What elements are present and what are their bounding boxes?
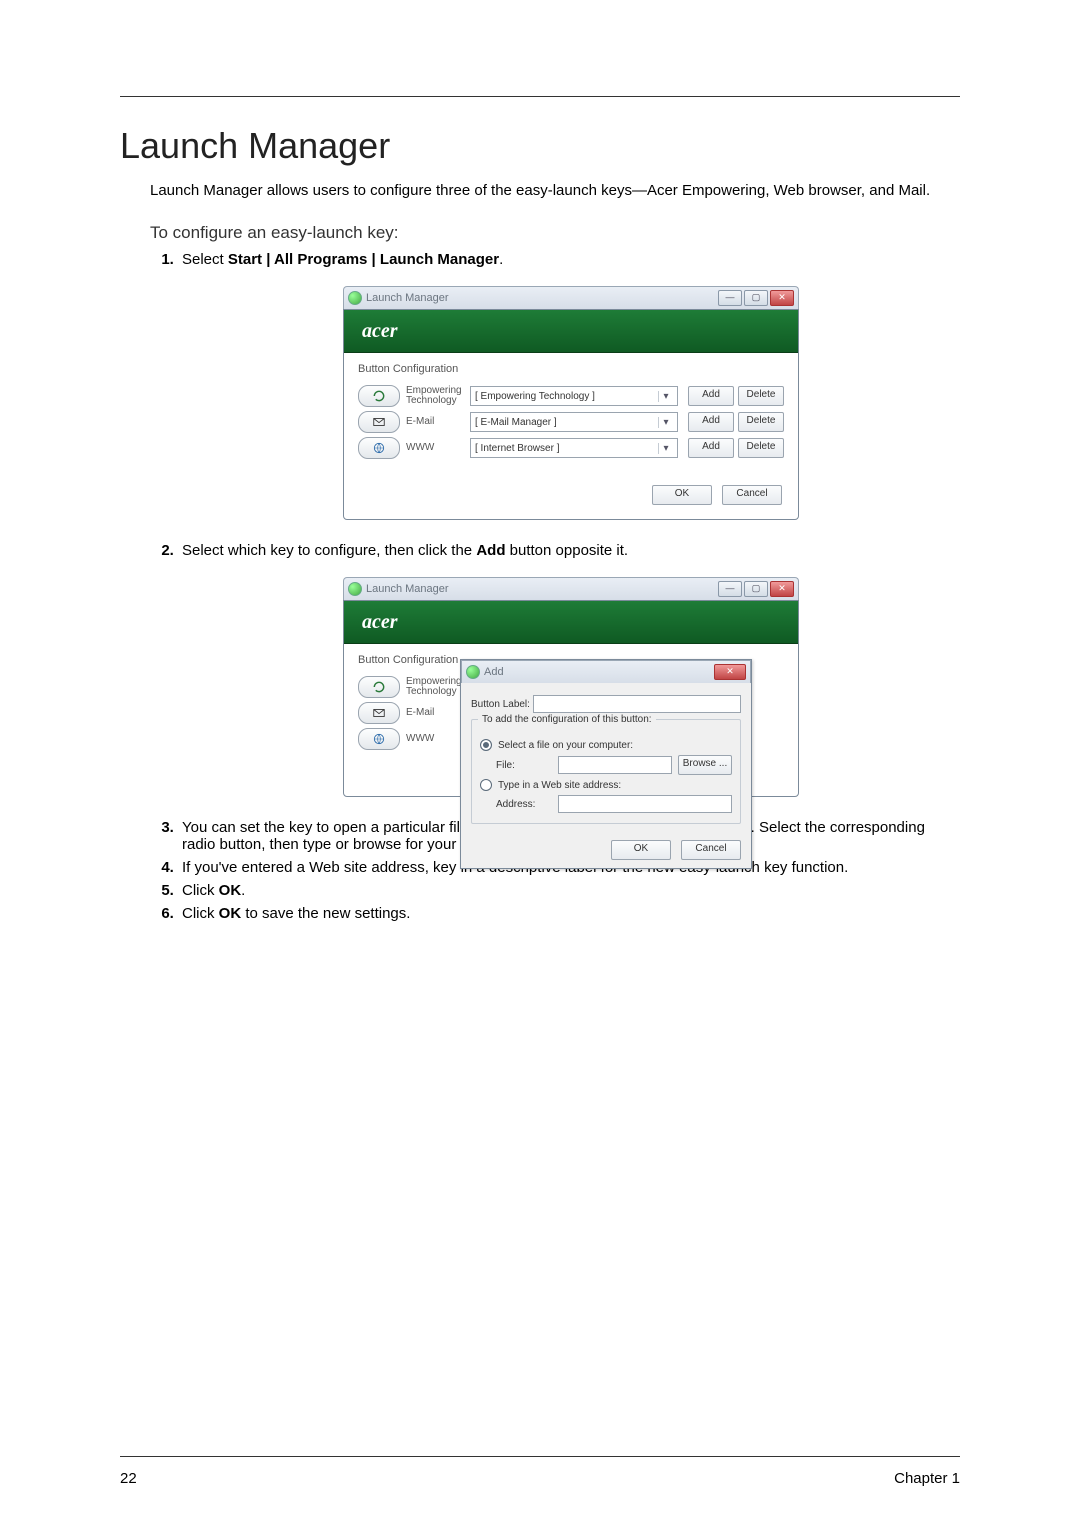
add-button[interactable]: Add [688,412,734,432]
radio-select-file[interactable]: Select a file on your computer: [480,739,732,751]
ok-button[interactable]: OK [611,840,671,860]
key-empowering-button[interactable] [358,385,400,407]
subheading: To configure an easy-launch key: [150,223,960,243]
app-icon [348,582,362,596]
app-icon [466,665,480,679]
key-empowering-button[interactable] [358,676,400,698]
brand-bar: acer [344,310,798,353]
combo-www[interactable]: [ Internet Browser ]▾ [470,438,678,458]
button-label-input[interactable] [533,695,741,713]
maximize-button[interactable]: ▢ [744,581,768,597]
minimize-button[interactable]: — [718,290,742,306]
intro-text: Launch Manager allows users to configure… [150,182,960,199]
chevron-down-icon: ▾ [658,443,673,454]
combo-email[interactable]: [ E-Mail Manager ]▾ [470,412,678,432]
section-label: Button Configuration [344,353,798,381]
empowering-e-icon [372,389,386,403]
key-email-button[interactable] [358,411,400,433]
radio-web-address[interactable]: Type in a Web site address: [480,779,732,791]
delete-button[interactable]: Delete [738,386,784,406]
step-2: Select which key to configure, then clic… [178,542,960,797]
globe-icon [372,732,386,746]
browse-button[interactable]: Browse ... [678,755,732,775]
maximize-button[interactable]: ▢ [744,290,768,306]
row-empowering: Empowering Technology [ Empowering Techn… [358,385,784,407]
file-input[interactable] [558,756,672,774]
window-title: Launch Manager [366,292,449,304]
group-title: To add the configuration of this button: [478,714,656,725]
add-dialog: Add ✕ Button Label: To add the configura… [460,659,752,869]
brand-bar: acer [344,601,798,644]
combo-empowering[interactable]: [ Empowering Technology ]▾ [470,386,678,406]
empowering-e-icon [372,680,386,694]
page-number: 22 [120,1470,137,1487]
cancel-button[interactable]: Cancel [681,840,741,860]
window-title: Launch Manager [366,583,449,595]
mail-icon [372,706,386,720]
close-button[interactable]: ✕ [714,664,746,680]
key-www-button[interactable] [358,728,400,750]
ok-button[interactable]: OK [652,485,712,505]
page-title: Launch Manager [120,125,960,167]
row-email: E-Mail [ E-Mail Manager ]▾ Add Delete [358,411,784,433]
delete-button[interactable]: Delete [738,412,784,432]
chevron-down-icon: ▾ [658,391,673,402]
top-rule [120,96,960,97]
step-5: Click OK. [178,882,960,899]
add-titlebar: Add ✕ [461,660,751,683]
file-label: File: [496,760,558,771]
address-label: Address: [496,799,558,810]
chevron-down-icon: ▾ [658,417,673,428]
close-button[interactable]: ✕ [770,581,794,597]
step-1: Select Start | All Programs | Launch Man… [178,251,960,520]
key-email-button[interactable] [358,702,400,724]
row-www: WWW [ Internet Browser ]▾ Add Delete [358,437,784,459]
globe-icon [372,441,386,455]
key-www-button[interactable] [358,437,400,459]
radio-icon [480,739,492,751]
cancel-button[interactable]: Cancel [722,485,782,505]
step-6: Click OK to save the new settings. [178,905,960,922]
radio-icon [480,779,492,791]
bottom-rule [120,1456,960,1457]
launch-manager-window-1: Launch Manager — ▢ ✕ acer Button Configu… [343,286,799,520]
address-input[interactable] [558,795,732,813]
close-button[interactable]: ✕ [770,290,794,306]
add-window-title: Add [484,666,504,678]
launch-manager-window-2: Launch Manager — ▢ ✕ acer Button Configu… [343,577,799,797]
titlebar: Launch Manager — ▢ ✕ [343,286,799,309]
delete-button[interactable]: Delete [738,438,784,458]
mail-icon [372,415,386,429]
add-button[interactable]: Add [688,386,734,406]
app-icon [348,291,362,305]
button-label-label: Button Label: [471,699,533,710]
steps-list: Select Start | All Programs | Launch Man… [150,251,960,922]
titlebar: Launch Manager — ▢ ✕ [343,577,799,600]
add-button[interactable]: Add [688,438,734,458]
minimize-button[interactable]: — [718,581,742,597]
chapter-label: Chapter 1 [894,1470,960,1487]
